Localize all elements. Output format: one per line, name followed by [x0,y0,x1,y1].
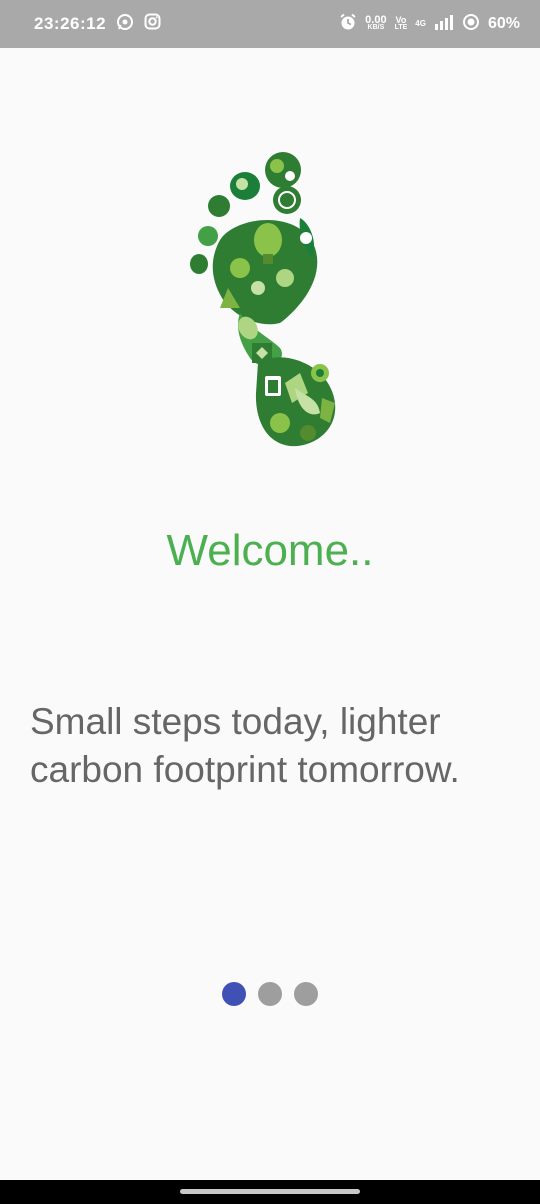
battery-icon [462,13,480,36]
volte-indicator: Vo LTE [394,15,408,32]
signal-icon [434,14,454,35]
tagline-text: Small steps today, lighter carbon footpr… [30,701,460,790]
instagram-icon [144,13,161,35]
welcome-title: Welcome.. [166,526,374,575]
alarm-icon [339,13,357,36]
battery-percent: 60% [487,15,520,32]
page-indicator-dot-1[interactable] [222,982,246,1006]
page-indicator-dot-3[interactable] [294,982,318,1006]
whatsapp-icon [116,13,134,36]
status-bar: 23:26:12 0.00 KB/S Vo LTE 4G 60% [0,0,540,48]
network-type: 4G [415,19,426,28]
footprint-eco-icon [180,148,350,448]
status-left: 23:26:12 [34,13,161,36]
status-time: 23:26:12 [34,14,107,33]
page-indicator-dot-2[interactable] [258,982,282,1006]
navigation-bar [0,1180,540,1204]
home-gesture-handle[interactable] [180,1189,360,1194]
onboarding-page[interactable]: Welcome.. Small steps today, lighter car… [0,48,540,1180]
net-speed: 0.00 KB/S [365,14,387,32]
status-right: 0.00 KB/S Vo LTE 4G 60% [339,13,520,36]
page-indicator[interactable] [0,982,540,1006]
